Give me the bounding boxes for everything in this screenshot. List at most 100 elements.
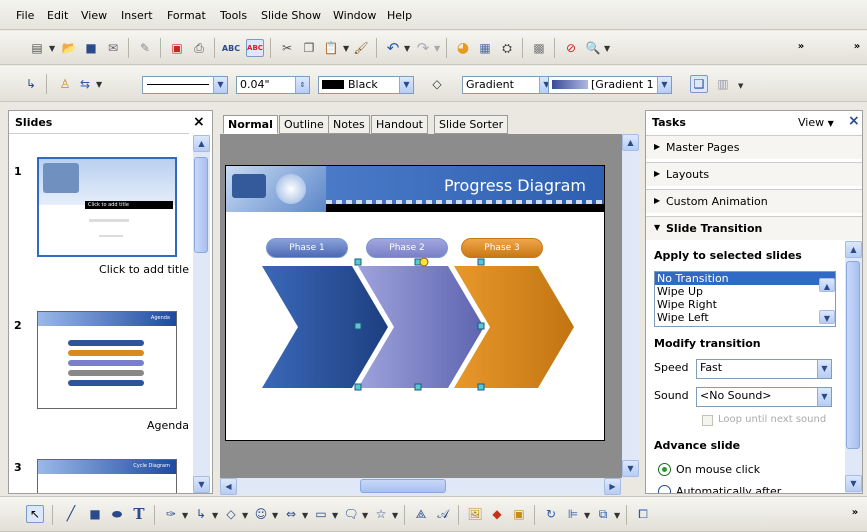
toolbar-overflow-icon[interactable]: ▼ — [738, 82, 743, 90]
spellcheck-icon[interactable]: ABC — [222, 39, 240, 57]
dropdown-icon[interactable]: ▼ — [182, 511, 188, 520]
basic-shapes-icon[interactable]: ◇ — [222, 505, 240, 523]
menu-insert[interactable]: Insert — [121, 9, 153, 22]
loop-checkbox[interactable] — [702, 415, 713, 426]
scroll-down-icon[interactable]: ▼ — [622, 460, 639, 477]
paste-icon[interactable]: 📋 — [322, 39, 340, 57]
zoom-dropdown-icon[interactable]: ▼ — [604, 44, 610, 53]
rectangle-tool-icon[interactable]: ■ — [86, 505, 104, 523]
save-icon[interactable]: ■ — [82, 39, 100, 57]
fill-type-select[interactable]: Gradient ▼ — [462, 76, 554, 94]
tasks-scrollbar[interactable]: ▲ ▼ — [845, 241, 862, 493]
spreadsheet-icon[interactable]: ▦ — [476, 39, 494, 57]
slide-thumbnail-2[interactable]: Agenda — [37, 311, 177, 409]
zoom-icon[interactable]: 🔍 — [584, 39, 602, 57]
extrusion-icon[interactable]: ▣ — [510, 505, 528, 523]
open-folder-icon[interactable]: 📂 — [60, 39, 78, 57]
align-icon[interactable]: ⊫ — [564, 505, 582, 523]
paste-dropdown-icon[interactable]: ▼ — [343, 44, 349, 53]
slide-thumbnail-3[interactable]: Cycle Diagram — [37, 459, 177, 493]
styles-icon[interactable]: ↳ — [22, 75, 40, 93]
new-document-icon[interactable]: ▤ — [28, 39, 46, 57]
scroll-down-icon[interactable]: ▼ — [819, 310, 835, 324]
from-file-icon[interactable]: 🖼 — [466, 505, 484, 523]
email-icon[interactable]: ✉ — [104, 39, 122, 57]
export-pdf-icon[interactable]: ▣ — [168, 39, 186, 57]
transition-item[interactable]: No Transition — [655, 272, 835, 285]
undo-icon[interactable]: ↶ — [384, 39, 402, 57]
transition-item[interactable]: Wipe Left — [655, 311, 835, 324]
transition-item[interactable]: Wipe Right — [655, 298, 835, 311]
speed-select[interactable]: Fast ▼ — [696, 359, 832, 379]
dropdown-icon[interactable]: ▼ — [362, 511, 368, 520]
scroll-thumb[interactable] — [360, 479, 446, 493]
slide-horizontal-scrollbar[interactable]: ◀ ▶ — [220, 478, 622, 495]
callouts-icon[interactable]: 🗨 — [342, 505, 360, 523]
autospellcheck-icon[interactable]: ABC — [246, 39, 264, 57]
dropdown-icon[interactable]: ▼ — [302, 511, 308, 520]
arrow-style-dropdown-icon[interactable]: ▼ — [96, 80, 102, 89]
chevron-down-icon[interactable]: ▼ — [817, 360, 831, 378]
slide[interactable]: Progress Diagram Phase 1 Phase 2 Phase 3 — [225, 165, 605, 441]
symbol-shapes-icon[interactable]: ☺ — [252, 505, 270, 523]
toolbar-overflow-icon[interactable]: » — [846, 503, 864, 521]
scroll-down-icon[interactable]: ▼ — [845, 475, 862, 492]
connector-tool-icon[interactable]: ↳ — [192, 505, 210, 523]
menu-edit[interactable]: Edit — [47, 9, 68, 22]
chevron-down-icon[interactable]: ▼ — [657, 77, 671, 93]
chevron-down-icon[interactable]: ▼ — [213, 77, 227, 93]
text-tool-icon[interactable]: T — [130, 505, 148, 523]
navigator-icon[interactable]: ⛭ — [498, 39, 516, 57]
line-tool-icon[interactable]: ╱ — [62, 505, 80, 523]
view-menu-button[interactable]: View ▼ — [798, 116, 834, 129]
scroll-thumb[interactable] — [194, 157, 208, 253]
section-layouts[interactable]: ▶ Layouts — [646, 162, 862, 186]
group-icon[interactable]: ⧠ — [634, 505, 652, 523]
flowchart-icon[interactable]: ▭ — [312, 505, 330, 523]
ellipse-tool-icon[interactable]: ⬬ — [108, 505, 126, 523]
print-icon[interactable]: ⎙ — [190, 39, 208, 57]
menu-tools[interactable]: Tools — [220, 9, 247, 22]
arrange-icon[interactable]: ⧉ — [594, 505, 612, 523]
tab-outline[interactable]: Outline — [279, 115, 329, 134]
tab-slide-sorter[interactable]: Slide Sorter — [434, 115, 509, 134]
section-slide-transition[interactable]: ▼ Slide Transition — [646, 216, 862, 240]
copy-icon[interactable]: ❐ — [300, 39, 318, 57]
scroll-left-icon[interactable]: ◀ — [220, 478, 237, 495]
menu-slide-show[interactable]: Slide Show — [261, 9, 321, 22]
grid-icon[interactable]: ▩ — [530, 39, 548, 57]
line-icon[interactable]: ♙ — [56, 75, 74, 93]
tab-handout[interactable]: Handout — [371, 115, 428, 134]
cut-icon[interactable]: ✂ — [278, 39, 296, 57]
menu-format[interactable]: Format — [167, 9, 206, 22]
slide-thumbnail-1[interactable]: Click to add title — [37, 157, 177, 257]
block-arrows-icon[interactable]: ⇔ — [282, 505, 300, 523]
rotate-icon[interactable]: ↻ — [542, 505, 560, 523]
fontwork-icon[interactable]: 𝒜 — [434, 505, 452, 523]
scroll-thumb[interactable] — [846, 261, 860, 449]
menu-view[interactable]: View — [81, 9, 107, 22]
tab-normal[interactable]: Normal — [223, 115, 278, 134]
edit-file-icon[interactable]: ✎ — [136, 39, 154, 57]
spin-icon[interactable]: ⇕ — [295, 77, 309, 93]
radio-on-mouse-click[interactable] — [658, 463, 671, 476]
arrow-style-icon[interactable]: ⇆ — [76, 75, 94, 93]
close-icon[interactable]: × — [848, 113, 860, 129]
select-pointer-icon[interactable]: ↖ — [26, 505, 44, 523]
section-master-pages[interactable]: ▶ Master Pages — [646, 135, 862, 159]
section-custom-animation[interactable]: ▶ Custom Animation — [646, 189, 862, 213]
redo-icon[interactable]: ↷ — [414, 39, 432, 57]
dropdown-icon[interactable]: ▼ — [584, 511, 590, 520]
shadow-icon[interactable]: ❑ — [690, 75, 708, 93]
scroll-up-icon[interactable]: ▲ — [193, 135, 210, 152]
chart-icon[interactable]: ◕ — [454, 39, 472, 57]
dropdown-icon[interactable]: ▼ — [332, 511, 338, 520]
progress-arrows[interactable] — [226, 166, 605, 441]
slide-vertical-scrollbar[interactable]: ▲ ▼ — [622, 134, 639, 478]
new-dropdown-icon[interactable]: ▼ — [49, 44, 55, 53]
area-fill-icon[interactable]: ◇ — [428, 75, 446, 93]
scroll-right-icon[interactable]: ▶ — [604, 478, 621, 495]
chevron-down-icon[interactable]: ▼ — [817, 388, 831, 406]
close-icon[interactable]: × — [193, 114, 205, 130]
scroll-down-icon[interactable]: ▼ — [193, 476, 210, 493]
